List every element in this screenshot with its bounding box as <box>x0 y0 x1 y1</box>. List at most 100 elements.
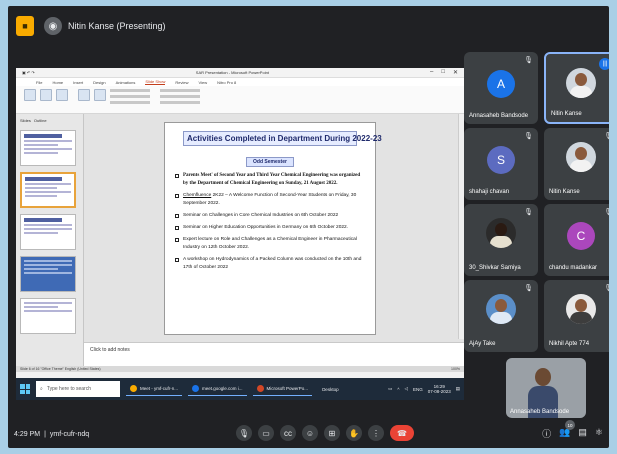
avatar-head <box>495 223 507 236</box>
from-beginning-button[interactable] <box>24 89 36 101</box>
tab-slides[interactable]: Slides <box>20 118 31 124</box>
hide-slide-button[interactable] <box>94 89 106 101</box>
participant-tile[interactable]: 🎙 AjAy Take <box>464 280 538 352</box>
avatar-head <box>575 147 587 160</box>
slide-thumbnails: Slides Outline <box>16 114 84 366</box>
ppt-tab-slide-show[interactable]: Slide Show <box>145 79 166 85</box>
network-icon[interactable]: ▭ <box>388 386 392 392</box>
participant-tile[interactable]: 🎙 Nitin Kanse <box>544 128 609 200</box>
thumb-title-bar <box>24 218 63 222</box>
taskbar-app-powerpoint[interactable]: Microsoft PowerPo... <box>252 382 313 396</box>
avatar-head <box>575 299 587 312</box>
slide-thumbnail[interactable] <box>20 130 76 166</box>
ppt-tab-animations[interactable]: Animations <box>116 80 136 85</box>
ppt-quick-access: ▣ ↶ ↷ <box>22 70 35 75</box>
slide-subtitle: Odd Semester <box>175 150 365 168</box>
setup-options <box>110 89 150 104</box>
participant-tile[interactable]: 🎙 A Annasaheb Bandsode <box>464 52 538 124</box>
ppt-tab-insert[interactable]: Insert <box>73 80 83 85</box>
raise-hand-icon[interactable]: ✋ <box>346 425 362 441</box>
show-presentation-on[interactable] <box>160 95 200 98</box>
notes-pane[interactable]: Click to add notes <box>84 342 464 366</box>
participant-tile[interactable]: 🎙 Nikhil Apte 774 <box>544 280 609 352</box>
thumb-line <box>24 228 72 230</box>
participant-tile[interactable]: 🎙 S shahaji chavan <box>464 128 538 200</box>
resolution-option[interactable] <box>160 89 200 92</box>
record-narration[interactable] <box>110 95 150 98</box>
chat-icon[interactable]: ▤ <box>578 427 587 440</box>
avatar <box>566 294 596 324</box>
windows-start-icon[interactable] <box>20 384 30 394</box>
slide-thumbnail[interactable] <box>20 298 76 334</box>
participant-name: 30_Shivkar Samiya <box>469 265 521 271</box>
taskbar-desktop[interactable]: Desktop <box>318 382 343 396</box>
presenter-view-option[interactable] <box>160 101 200 104</box>
captions-icon[interactable]: cc <box>280 425 296 441</box>
maximize-icon[interactable]: □ <box>441 69 445 76</box>
taskbar-search-placeholder: Type here to search <box>46 386 92 392</box>
ppt-tab-file[interactable]: File <box>36 80 42 85</box>
notification-icon[interactable]: ▤ <box>456 386 460 392</box>
more-icon[interactable]: ⋮ <box>368 425 384 441</box>
camera-icon[interactable]: ▭ <box>258 425 274 441</box>
clock-date: 07-08-2023 <box>427 389 451 394</box>
tray-lang[interactable]: ENG <box>413 387 423 392</box>
thumbnail-tabs: Slides Outline <box>20 118 79 124</box>
windows-taskbar: ⌕ Type here to search Meet - ymf-cufr-n.… <box>16 378 464 400</box>
slide-bullet: Parents Meet' of Second Year and Third Y… <box>175 172 365 188</box>
participant-name: Nitin Kanse <box>551 111 582 117</box>
avatar-head <box>575 73 587 86</box>
avatar-initial: S <box>496 153 505 167</box>
mic-off-icon[interactable]: 🎙 <box>236 425 252 441</box>
ppt-tab-home[interactable]: Home <box>52 80 63 85</box>
participant-tile-active[interactable]: ||| Nitin Kanse <box>544 52 609 124</box>
ppt-tab-view[interactable]: View <box>199 80 208 85</box>
slide-thumbnail[interactable] <box>20 214 76 250</box>
minimize-icon[interactable]: – <box>430 69 433 76</box>
ppt-tab-design[interactable]: Design <box>93 80 105 85</box>
meeting-logo-icon: ■ <box>16 16 34 36</box>
chevron-up-icon[interactable]: ^ <box>397 387 399 392</box>
ppt-tab-nitro[interactable]: Nitro Pro 8 <box>217 80 236 85</box>
activities-icon[interactable]: ⚛ <box>595 427 603 440</box>
slide-bullet: A workshop on Hydrodynamics of a Packed … <box>175 256 365 272</box>
slide-thumbnail-selected[interactable] <box>20 172 76 208</box>
participant-tile[interactable]: 🎙 C chandu madankar <box>544 204 609 276</box>
taskbar-search[interactable]: ⌕ Type here to search <box>36 381 120 397</box>
taskbar-app-meet2[interactable]: meet.google.com i... <box>188 382 247 396</box>
self-view-tile[interactable]: Annasaheb Bandsode <box>506 358 586 418</box>
status-left: Slide 6 of 16 "Office Theme" English (Un… <box>20 367 101 371</box>
emoji-icon[interactable]: ☺ <box>302 425 318 441</box>
call-controls: 🎙 ▭ cc ☺ ⊞ ✋ ⋮ ☎ <box>236 425 414 441</box>
present-icon[interactable]: ⊞ <box>324 425 340 441</box>
ppt-ribbon-tabs: File Home Insert Design Animations Slide… <box>16 78 464 86</box>
slide-thumbnail[interactable] <box>20 256 76 292</box>
participant-tile[interactable]: 🎙 30_Shivkar Samiya <box>464 204 538 276</box>
end-call-icon[interactable]: ☎ <box>390 425 414 441</box>
ppt-tab-review[interactable]: Review <box>175 80 188 85</box>
rehearse-timings[interactable] <box>110 89 150 92</box>
ppt-titlebar: ▣ ↶ ↷ SAR Presentation - Microsoft Power… <box>16 68 464 78</box>
tab-outline[interactable]: Outline <box>34 118 47 124</box>
system-tray: ▭ ^ ◁ ENG 16:29 07-08-2023 ▤ <box>388 384 464 394</box>
chrome-icon <box>130 385 137 392</box>
status-zoom[interactable]: 100% <box>451 366 460 372</box>
thumb-line <box>25 187 58 189</box>
close-icon[interactable]: ✕ <box>453 69 458 76</box>
speaker-icon[interactable]: ◁ <box>404 386 407 392</box>
meeting-time: 4:29 PM <box>14 430 41 438</box>
checkbox-bullet-icon <box>175 214 179 218</box>
custom-show-button[interactable] <box>56 89 68 101</box>
from-current-button[interactable] <box>40 89 52 101</box>
mic-off-icon: 🎙 <box>604 285 609 292</box>
setup-show-button[interactable] <box>78 89 90 101</box>
speaking-indicator-icon: ||| <box>599 58 609 70</box>
mic-off-icon: 🎙 <box>604 209 609 216</box>
info-icon[interactable]: ⓘ <box>542 427 551 440</box>
tray-clock[interactable]: 16:29 07-08-2023 <box>428 384 451 394</box>
use-rehearsed-timings[interactable] <box>110 101 150 104</box>
thumb-line <box>25 191 71 193</box>
taskbar-app-meet[interactable]: Meet - ymf-cufr-n... <box>126 382 183 396</box>
current-slide[interactable]: Activities Completed in Department Durin… <box>164 122 382 335</box>
bullet-text: Expert lecture on Role and Challenges as… <box>183 237 357 250</box>
